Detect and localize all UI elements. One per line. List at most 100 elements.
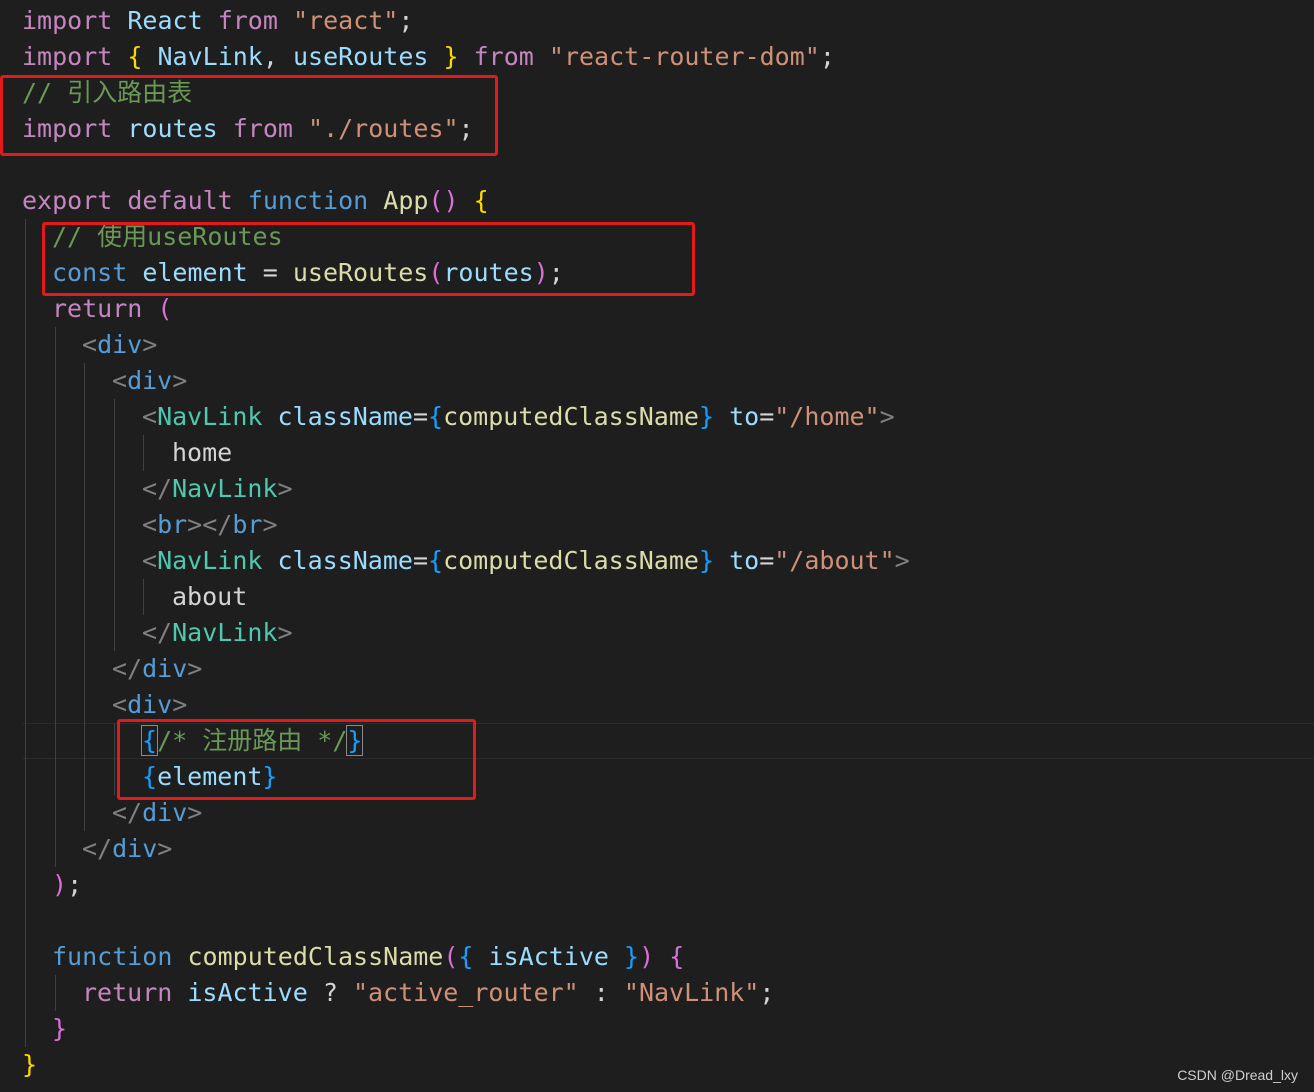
code-line-text: </NavLink> (142, 471, 293, 507)
code-token: < (112, 690, 128, 719)
code-token: div (127, 366, 173, 395)
code-token: ) (639, 942, 655, 971)
code-line: function computedClassName({ isActive })… (0, 939, 1314, 975)
code-token: className (277, 402, 413, 431)
code-token: div (97, 330, 143, 359)
code-line-text: <div> (112, 687, 187, 723)
code-line: </NavLink> (0, 615, 1314, 651)
code-token: useRoutes (292, 42, 429, 71)
code-line: </div> (0, 795, 1314, 831)
code-token: < (142, 402, 158, 431)
code-token: < (82, 330, 98, 359)
code-token: { (127, 42, 143, 71)
code-line-text: } (52, 1011, 67, 1047)
code-token: NavLink (172, 618, 278, 647)
code-token: : (578, 978, 624, 1007)
code-token: } (624, 942, 640, 971)
highlight-box-register-routes (117, 719, 476, 800)
code-token: } (52, 1014, 68, 1043)
code-token: default (127, 186, 233, 215)
code-token: } (698, 402, 715, 431)
code-token: ; (398, 6, 414, 35)
code-token: > (277, 618, 293, 647)
code-line: import { NavLink, useRoutes } from "reac… (0, 39, 1314, 75)
code-line-text: <div> (112, 363, 187, 399)
code-line: about (0, 579, 1314, 615)
code-token: "NavLink" (623, 978, 760, 1007)
code-token: ; (67, 870, 83, 899)
code-line-text: <NavLink className={computedClassName} t… (142, 399, 895, 435)
code-token: } (443, 42, 459, 71)
code-token: </ (112, 798, 143, 827)
code-token: > (172, 366, 188, 395)
code-token: NavLink (157, 402, 263, 431)
code-token: isActive (187, 978, 308, 1007)
code-token: div (127, 690, 173, 719)
code-token: </ (142, 618, 173, 647)
code-token: div (142, 798, 188, 827)
code-token: from (473, 42, 534, 71)
code-token: isActive (488, 942, 609, 971)
code-token: "/home" (774, 402, 880, 431)
code-token: NavLink (172, 474, 278, 503)
code-token: ( (157, 294, 173, 323)
code-editor[interactable]: import React from "react"; import { NavLi… (0, 0, 1314, 1092)
code-line-text: export default function App() { (22, 183, 489, 219)
code-line-text: <div> (82, 327, 157, 363)
code-token: { (473, 186, 489, 215)
code-token: to (729, 402, 760, 431)
code-line-text: about (172, 579, 247, 615)
code-line: } (0, 1047, 1314, 1083)
code-line-text: ); (52, 867, 82, 903)
code-token: { (669, 942, 685, 971)
code-line-text: </div> (112, 795, 202, 831)
code-token: "/about" (774, 546, 895, 575)
code-token: import (22, 6, 113, 35)
code-token: > (142, 330, 158, 359)
code-token: , (262, 42, 293, 71)
code-line: return isActive ? "active_router" : "Nav… (0, 975, 1314, 1011)
code-line: <div> (0, 363, 1314, 399)
code-line: <br></br> (0, 507, 1314, 543)
code-line: </div> (0, 651, 1314, 687)
code-line-text: </div> (112, 651, 202, 687)
code-token: > (879, 402, 895, 431)
code-token: ) (52, 870, 68, 899)
highlight-box-import-routes (0, 75, 498, 156)
code-line: home (0, 435, 1314, 471)
code-token: ; (819, 42, 835, 71)
code-line: </NavLink> (0, 471, 1314, 507)
code-token: "active_router" (352, 978, 579, 1007)
code-token: "react" (292, 6, 399, 35)
code-line-text: <NavLink className={computedClassName} t… (142, 543, 910, 579)
code-token: computedClassName (443, 546, 699, 575)
code-token: br (157, 510, 188, 539)
code-line: ); (0, 867, 1314, 903)
code-token: { (428, 546, 444, 575)
code-line-text: return isActive ? "active_router" : "Nav… (82, 975, 774, 1011)
code-line-text: function computedClassName({ isActive })… (52, 939, 684, 975)
code-token: ? (307, 978, 353, 1007)
code-token: < (112, 366, 128, 395)
code-token: function (247, 186, 369, 215)
code-line-text: } (22, 1047, 37, 1083)
code-token: function (52, 942, 173, 971)
code-token: ( (443, 942, 459, 971)
code-line-text: </div> (82, 831, 172, 867)
code-token: = (759, 546, 775, 575)
code-token: > (277, 474, 293, 503)
